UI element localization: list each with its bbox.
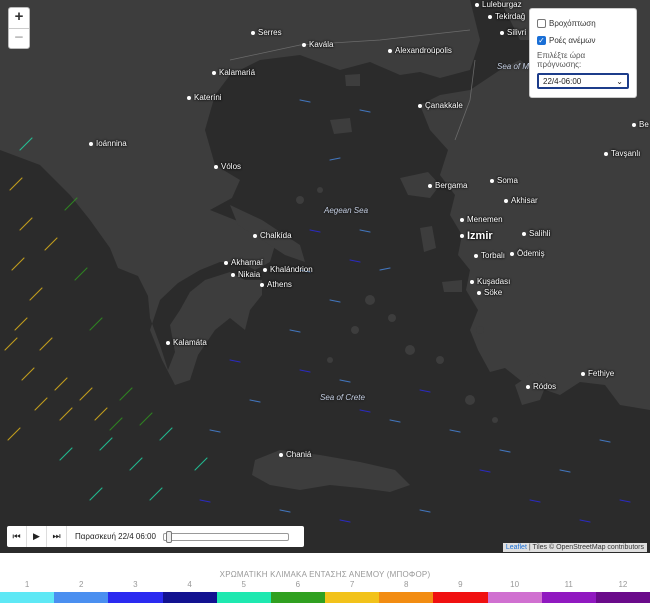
city-label: Tekirdağ (488, 12, 525, 21)
legend-color-swatch (595, 592, 650, 603)
city-label: Silivri (500, 28, 526, 37)
tiles-attribution: | Tiles © OpenStreetMap contributors (528, 544, 644, 551)
city-label-major: Izmir (460, 230, 493, 242)
city-label: Akharnaí (224, 258, 263, 267)
city-label: Serres (251, 28, 282, 37)
rain-checkbox[interactable] (537, 19, 546, 28)
legend-color-swatch (379, 592, 434, 603)
rain-layer-option[interactable]: Βροχόπτωση (537, 15, 629, 32)
city-label: Soma (490, 176, 518, 185)
zoom-control: + − (8, 7, 30, 49)
sea-label: Aegean Sea (324, 206, 369, 215)
city-label: Alexandroúpolis (388, 46, 452, 55)
legend-numbers: 1 2 3 4 5 6 7 8 9 10 11 12 (0, 580, 650, 590)
legend-level-label: 2 (79, 580, 84, 589)
time-slider[interactable] (162, 530, 289, 543)
city-label: Akhisar (504, 196, 538, 205)
skip-forward-icon[interactable]: ⏭ (47, 526, 67, 547)
legend-level-label: 12 (618, 580, 628, 589)
city-label: Nikaia (231, 270, 260, 279)
city-label: Luleburgaz (475, 0, 522, 9)
legend-color-swatch (541, 592, 597, 603)
legend-level-label: 11 (564, 580, 573, 589)
leaflet-link[interactable]: Leaflet (506, 544, 527, 551)
legend-color-swatch (216, 592, 272, 603)
city-label: Khalándrion (263, 265, 313, 274)
chevron-down-icon: ⌄ (616, 76, 623, 86)
forecast-time-prompt: Επιλέξτε ώρα πρόγνωσης: (537, 51, 586, 69)
legend-level-label: 6 (295, 580, 301, 589)
city-label: Kateríni (187, 93, 222, 102)
legend-color-swatch (162, 592, 218, 603)
play-icon[interactable]: ▶ (27, 526, 47, 547)
legend-level-label: 1 (24, 580, 30, 589)
city-label: Menemen (460, 215, 503, 224)
city-label: Athens (260, 280, 292, 289)
city-label: Vólos (214, 162, 241, 171)
city-label: Ödemiş (510, 249, 545, 258)
forecast-time-select[interactable]: 22/4-06:00 ⌄ (537, 73, 629, 89)
legend-level-label: 9 (458, 580, 463, 589)
legend-color-swatch (54, 592, 109, 603)
city-label: Bergama (428, 181, 467, 190)
wind-layer-option[interactable]: ✓ Ροές ανέμων (537, 32, 629, 49)
time-slider-thumb[interactable] (165, 530, 172, 543)
city-label: Tavşanlı (604, 149, 640, 158)
wind-checkbox[interactable]: ✓ (537, 36, 546, 45)
city-label: Kavála (302, 40, 333, 49)
forecast-time-value: 22/4-06:00 (543, 76, 582, 86)
city-label: Fethiye (581, 369, 614, 378)
legend-level-label: 8 (404, 580, 409, 589)
legend-title: ΧΡΩΜΑΤΙΚΗ ΚΛΙΜΑΚΑ ΕΝΤΑΣΗΣ ΑΝΕΜΟΥ (ΜΠΟΦΟΡ… (219, 570, 431, 579)
legend-color-bar (0, 592, 650, 603)
legend-level-label: 7 (349, 580, 355, 589)
player-time-text: Παρασκευή 22/4 06:00 (75, 532, 156, 541)
city-label: Salihli (522, 229, 550, 238)
legend-color-swatch (0, 592, 55, 603)
city-label: Söke (477, 288, 502, 297)
skip-back-icon[interactable]: ⏮ (7, 526, 27, 547)
city-label: Chalkída (253, 231, 292, 240)
legend-level-label: 4 (187, 580, 192, 589)
map-view[interactable]: Serres Kavála Alexandroúpolis Kalamariá … (0, 0, 650, 553)
zoom-in-button[interactable]: + (9, 8, 29, 28)
legend-color-swatch (108, 592, 163, 603)
legend-color-swatch (270, 592, 326, 603)
city-label: Torbalı (474, 251, 505, 260)
legend-color-swatch (433, 592, 488, 603)
city-label: Kalamáta (166, 338, 207, 347)
city-label: Kalamariá (212, 68, 255, 77)
rain-label: Βροχόπτωση (549, 19, 596, 28)
city-label: Kuşadası (470, 277, 510, 286)
map-attribution: Leaflet | Tiles © OpenStreetMap contribu… (502, 543, 647, 552)
zoom-out-button[interactable]: − (9, 28, 29, 48)
city-label: Çanakkale (418, 101, 463, 110)
layer-control-panel: Βροχόπτωση ✓ Ροές ανέμων Επιλέξτε ώρα πρ… (529, 8, 637, 98)
animation-player: ⏮ ▶ ⏭ Παρασκευή 22/4 06:00 (7, 526, 304, 547)
wind-label: Ροές ανέμων (549, 36, 596, 45)
legend-level-label: 5 (241, 580, 246, 589)
legend-level-label: 10 (510, 580, 520, 589)
sea-label: Sea of Crete (320, 393, 365, 402)
city-label: Be (632, 120, 649, 129)
city-label: Ioánnina (89, 139, 127, 148)
legend-color-swatch (325, 592, 380, 603)
legend-color-swatch (487, 592, 543, 603)
city-label: Chaniá (279, 450, 311, 459)
city-label: Ródos (526, 382, 556, 391)
legend-level-label: 3 (133, 580, 138, 589)
